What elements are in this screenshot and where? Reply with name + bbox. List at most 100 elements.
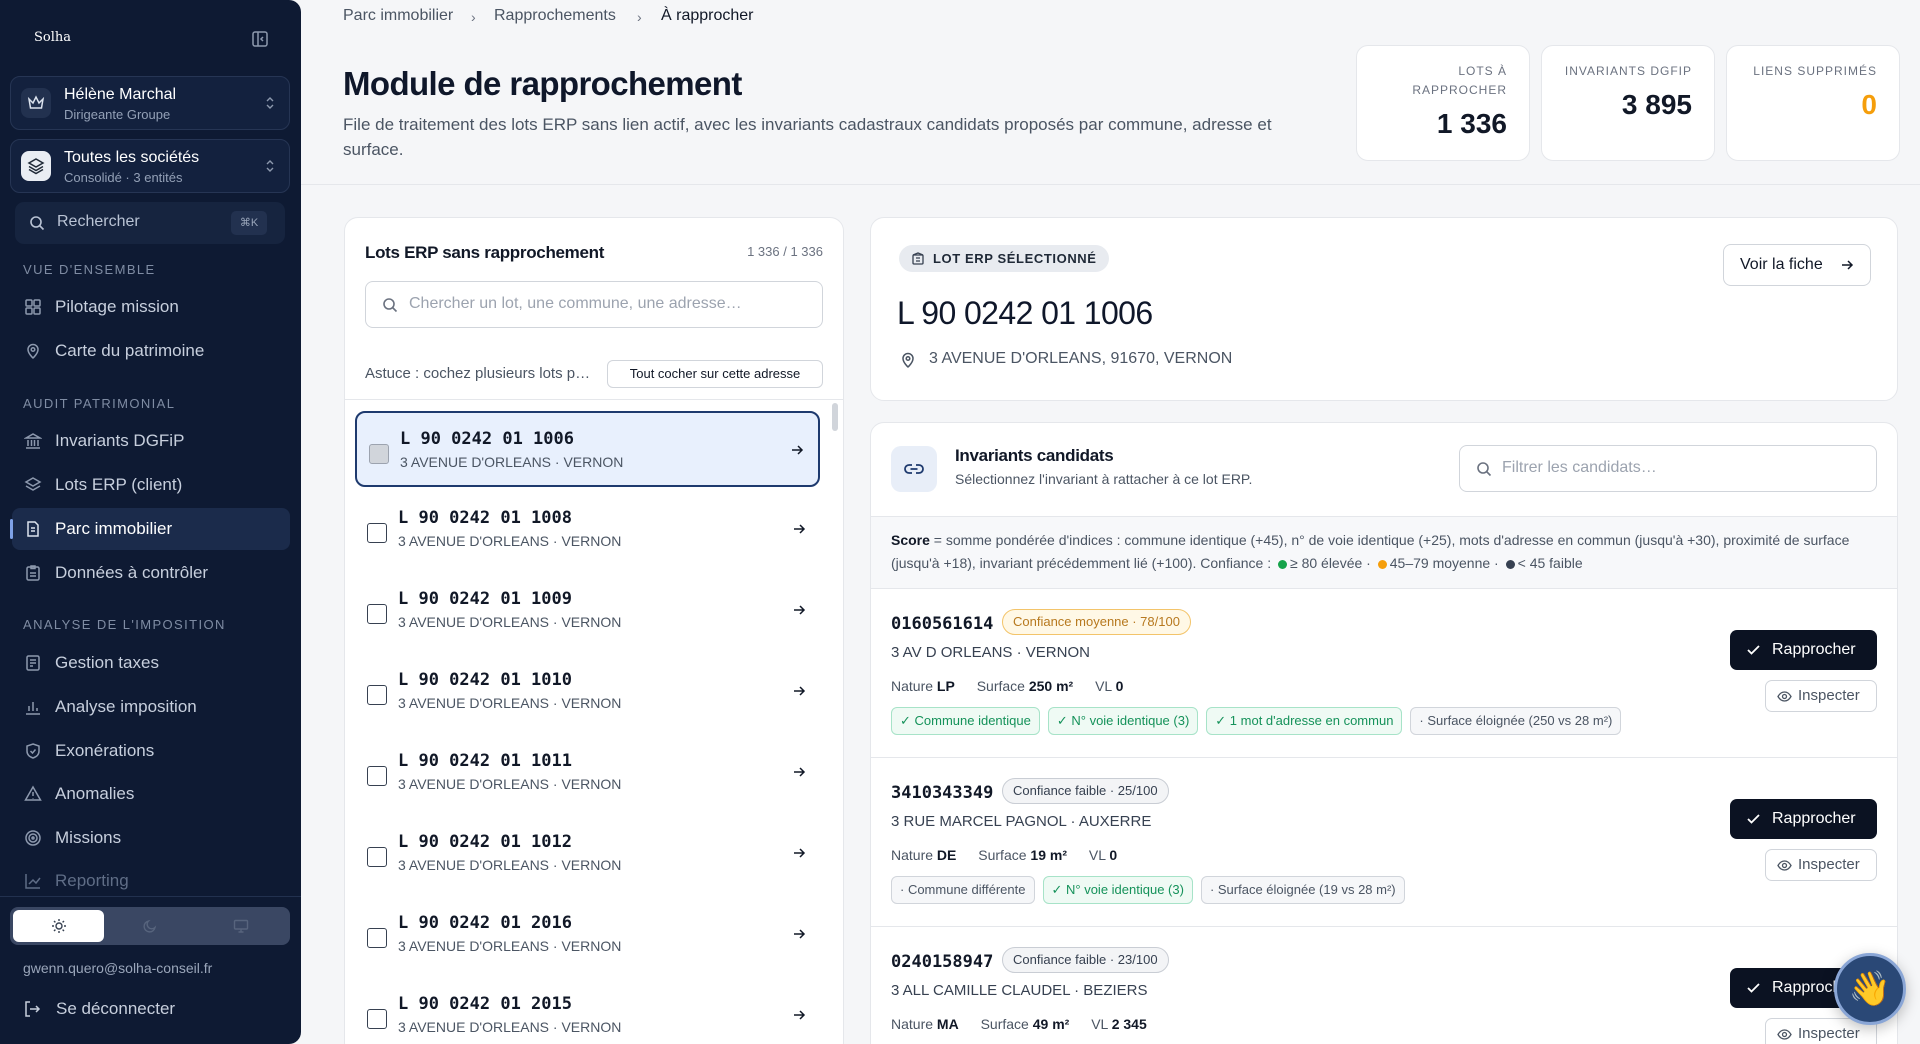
lot-item[interactable]: L 90 0242 01 2016 3 AVENUE D'ORLEANS · V… xyxy=(355,897,820,973)
logout-icon xyxy=(23,1000,41,1018)
lot-address: 3 AVENUE D'ORLEANS · VERNON xyxy=(398,533,622,549)
nature-label: Nature xyxy=(891,1016,934,1032)
kpi-label: INVARIANTS DGFIP xyxy=(1564,64,1692,78)
lot-item[interactable]: L 90 0242 01 1012 3 AVENUE D'ORLEANS · V… xyxy=(355,816,820,892)
approve-match-button[interactable]: Rapprocher xyxy=(1730,630,1877,670)
sidebar-item-exonerations[interactable]: Exonérations xyxy=(12,730,290,772)
check-all-button[interactable]: Tout cocher sur cette adresse xyxy=(607,360,823,388)
legend-mid: 45–79 moyenne xyxy=(1389,555,1491,571)
lot-code: L 90 0242 01 1008 xyxy=(398,508,572,528)
sidebar-item-label: Anomalies xyxy=(55,784,135,803)
badge-label: LOT ERP SÉLECTIONNÉ xyxy=(933,251,1097,266)
high-confidence-dot xyxy=(1278,559,1287,569)
sidebar-item-label: Lots ERP (client) xyxy=(55,475,183,494)
divider xyxy=(0,896,301,897)
map-pin-icon xyxy=(24,342,42,360)
logout-label: Se déconnecter xyxy=(56,999,176,1018)
breadcrumb-item[interactable]: Parc immobilier xyxy=(343,7,453,25)
sidebar-item-pilotage[interactable]: Pilotage mission xyxy=(12,286,290,328)
theme-dark-button[interactable] xyxy=(104,910,195,942)
theme-light-button[interactable] xyxy=(13,910,105,942)
bar-chart-icon xyxy=(24,698,42,716)
theme-system-button[interactable] xyxy=(196,910,287,942)
sidebar-item-donnees[interactable]: Données à contrôler xyxy=(12,552,290,594)
approve-match-button[interactable]: Rapprocher xyxy=(1730,799,1877,839)
legend-high: ≥ 80 élevée xyxy=(1290,555,1363,571)
scrollbar[interactable] xyxy=(832,403,838,431)
sidebar-item-carte[interactable]: Carte du patrimoine xyxy=(12,330,290,372)
sidebar-item-missions[interactable]: Missions xyxy=(12,817,290,859)
user-role: Dirigeante Groupe xyxy=(64,107,171,122)
user-switcher[interactable]: Hélène Marchal Dirigeante Groupe xyxy=(10,76,290,130)
lots-search-input[interactable]: Chercher un lot, une commune, une adress… xyxy=(365,281,823,328)
lot-item[interactable]: L 90 0242 01 1009 3 AVENUE D'ORLEANS · V… xyxy=(355,573,820,649)
lot-checkbox[interactable] xyxy=(369,444,389,464)
chevron-right-icon: › xyxy=(471,9,476,25)
kpi-lots: LOTS À RAPPROCHER 1 336 xyxy=(1356,45,1530,161)
surface-label: Surface xyxy=(980,1016,1029,1032)
sidebar-item-label: Analyse imposition xyxy=(55,697,197,716)
sidebar-search[interactable]: Rechercher ⌘K xyxy=(15,202,285,244)
lot-checkbox[interactable] xyxy=(367,523,387,543)
tip-text: Astuce : cochez plusieurs lots p… xyxy=(365,365,591,382)
trend-icon xyxy=(24,872,42,890)
vl-label: VL xyxy=(1095,678,1112,694)
lot-code: L 90 0242 01 1011 xyxy=(398,751,572,771)
vl-value: 2 345 xyxy=(1111,1016,1147,1032)
sidebar-item-invariants[interactable]: Invariants DGFiP xyxy=(12,420,290,462)
theme-switcher[interactable] xyxy=(10,907,290,945)
grid-icon xyxy=(24,298,42,316)
lot-item[interactable]: L 90 0242 01 1008 3 AVENUE D'ORLEANS · V… xyxy=(355,492,820,568)
check-icon xyxy=(1747,645,1760,655)
help-chat-button[interactable]: 👋 xyxy=(1834,953,1906,1025)
chevron-right-icon: › xyxy=(637,9,642,25)
legend-low: < 45 faible xyxy=(1517,555,1583,571)
warning-icon xyxy=(24,785,42,803)
lot-item[interactable]: L 90 0242 01 1010 3 AVENUE D'ORLEANS · V… xyxy=(355,654,820,730)
view-record-button[interactable]: Voir la fiche xyxy=(1723,244,1871,286)
sidebar-item-gestion-taxes[interactable]: Gestion taxes xyxy=(12,642,290,684)
search-placeholder: Chercher un lot, une commune, une adress… xyxy=(409,295,742,312)
sidebar-item-anomalies[interactable]: Anomalies xyxy=(12,773,290,815)
lot-item[interactable]: L 90 0242 01 1006 3 AVENUE D'ORLEANS · V… xyxy=(355,411,820,487)
lot-checkbox[interactable] xyxy=(367,604,387,624)
criteria-tag: · Commune différente xyxy=(891,876,1035,904)
lot-checkbox[interactable] xyxy=(367,766,387,786)
check-icon xyxy=(1747,983,1760,993)
eye-icon xyxy=(1777,691,1792,702)
lot-checkbox[interactable] xyxy=(367,1009,387,1029)
lot-checkbox[interactable] xyxy=(367,928,387,948)
breadcrumb-item[interactable]: Rapprochements xyxy=(494,7,616,25)
candidates-filter-input[interactable]: Filtrer les candidats… xyxy=(1459,445,1877,492)
collapse-sidebar-icon[interactable] xyxy=(251,30,269,48)
mid-confidence-dot xyxy=(1377,559,1387,569)
lot-item[interactable]: L 90 0242 01 2015 3 AVENUE D'ORLEANS · V… xyxy=(355,978,820,1044)
inspect-button[interactable]: Inspecter xyxy=(1765,680,1877,712)
sidebar-item-parc-immobilier[interactable]: Parc immobilier xyxy=(10,508,290,550)
sidebar: Solha Hélène Marchal Dirigeante Groupe T… xyxy=(0,0,301,1044)
lot-checkbox[interactable] xyxy=(367,685,387,705)
company-switcher[interactable]: Toutes les sociétés Consolidé · 3 entité… xyxy=(10,139,290,193)
section-title: AUDIT PATRIMONIAL xyxy=(23,396,176,411)
lot-item[interactable]: L 90 0242 01 1011 3 AVENUE D'ORLEANS · V… xyxy=(355,735,820,811)
vl-value: 0 xyxy=(1115,678,1124,694)
candidate-row: 3410343349 Confiance faible · 25/100 3 R… xyxy=(871,758,1897,927)
kpi-value: 3 895 xyxy=(1621,89,1692,120)
nature-value: LP xyxy=(936,678,955,694)
sidebar-item-label: Missions xyxy=(55,828,122,847)
lot-address: 3 AVENUE D'ORLEANS · VERNON xyxy=(398,938,622,954)
kpi-liens: LIENS SUPPRIMÉS 0 xyxy=(1726,45,1900,161)
sidebar-item-label: Données à contrôler xyxy=(55,563,209,582)
lot-checkbox[interactable] xyxy=(367,847,387,867)
inspect-label: Inspecter xyxy=(1798,1025,1860,1042)
search-icon xyxy=(382,297,398,313)
kpi-value: 1 336 xyxy=(1436,108,1507,139)
sidebar-item-analyse[interactable]: Analyse imposition xyxy=(12,686,290,728)
chevron-updown-icon xyxy=(265,159,275,173)
selected-lot-card: LOT ERP SÉLECTIONNÉ Voir la fiche L 90 0… xyxy=(870,217,1898,401)
lot-code: L 90 0242 01 1006 xyxy=(400,429,574,449)
sidebar-item-lots-erp[interactable]: Lots ERP (client) xyxy=(12,464,290,506)
inspect-button[interactable]: Inspecter xyxy=(1765,849,1877,881)
kpi-label: LIENS SUPPRIMÉS xyxy=(1753,64,1877,78)
document-icon xyxy=(24,520,42,538)
